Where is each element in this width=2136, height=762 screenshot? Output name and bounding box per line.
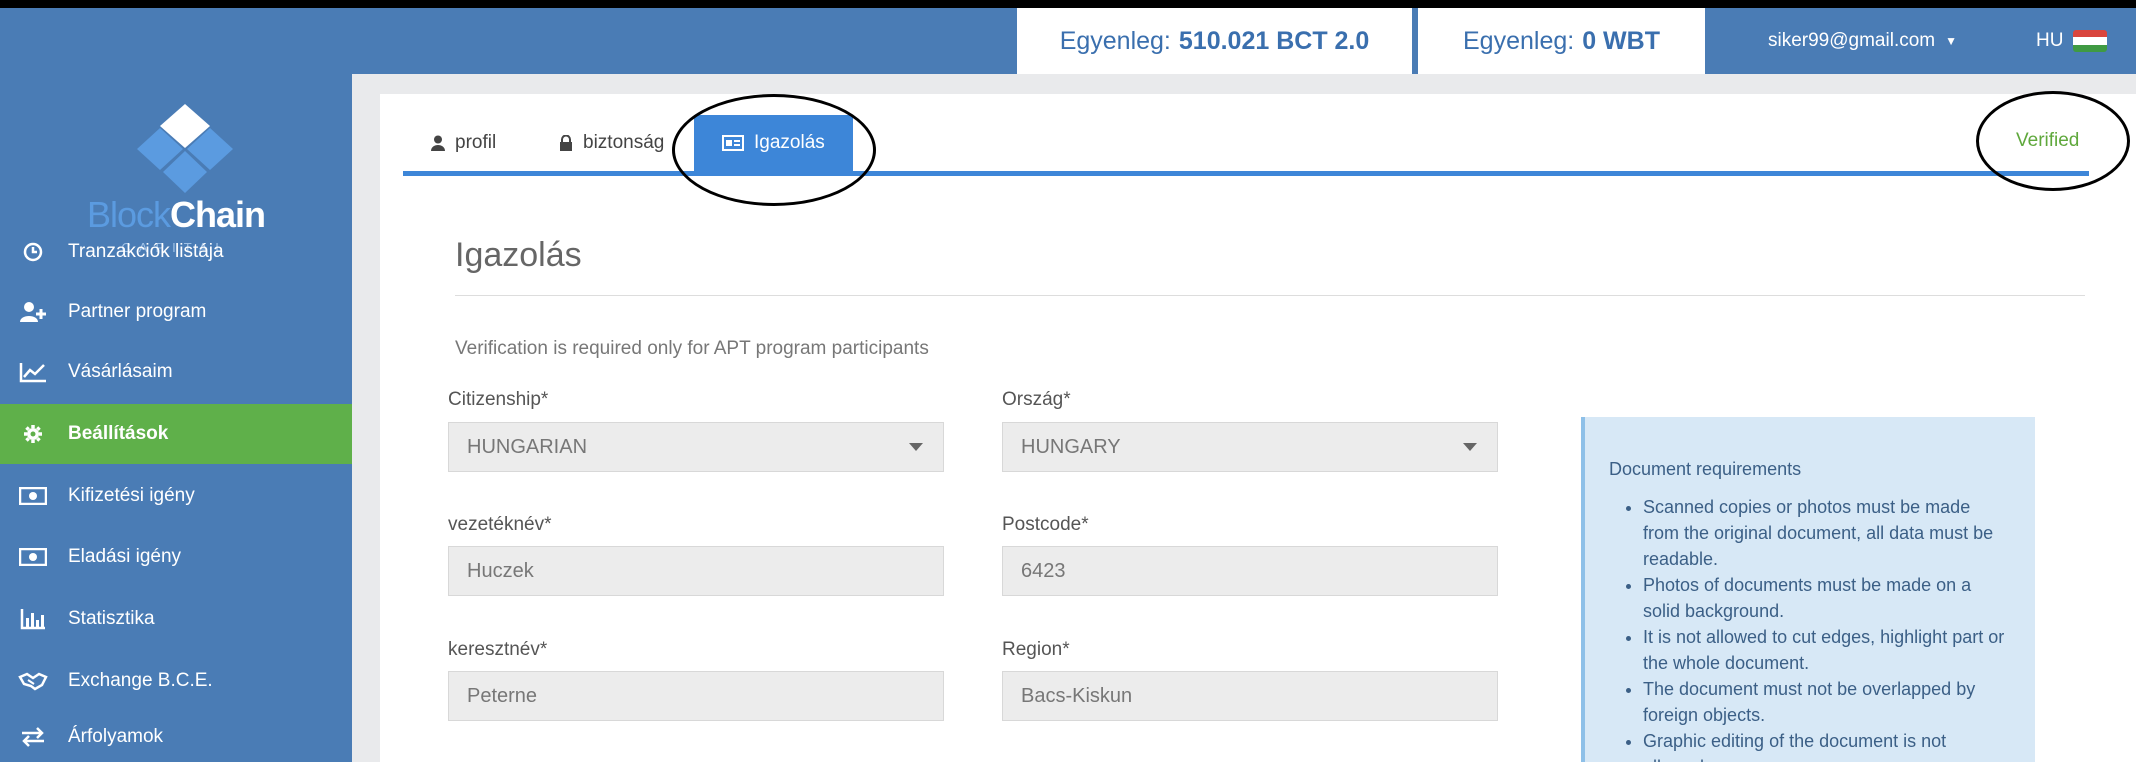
hungary-flag-icon[interactable] [2073, 30, 2108, 52]
list-item: Photos of documents must be made on a so… [1643, 572, 2011, 624]
tab-profile[interactable]: profil [431, 115, 496, 171]
exchange-arrows-icon [18, 727, 48, 747]
lastname-value: Huczek [467, 559, 534, 582]
tab-underline [403, 171, 2089, 176]
page-title: Igazolás [455, 236, 582, 274]
list-item: Scanned copies or photos must be made fr… [1643, 494, 2011, 572]
firstname-label: keresztnév* [448, 639, 548, 660]
list-item: It is not allowed to cut edges, highligh… [1643, 624, 2011, 676]
balance-bct: Egyenleg: 510.021 BCT 2.0 [1017, 8, 1412, 74]
add-user-icon [18, 301, 48, 323]
list-item: Graphic editing of the document is not a… [1643, 728, 2011, 762]
country-select[interactable]: HUNGARY [1002, 422, 1498, 472]
region-field[interactable]: Bacs-Kiskun [1002, 671, 1498, 721]
sidebar-item-purchases[interactable]: Vásárlásaim [0, 342, 352, 402]
logo-diamond-icon [137, 104, 233, 193]
list-item: The document must not be overlapped by f… [1643, 676, 2011, 728]
sidebar-item-rates[interactable]: Árfolyamok [0, 712, 352, 762]
user-icon [431, 135, 445, 151]
gear-icon [18, 424, 48, 444]
region-value: Bacs-Kiskun [1021, 684, 1133, 707]
citizenship-label: Citizenship* [448, 389, 549, 410]
tab-bar: profil biztonság Igazolás [403, 115, 2089, 175]
balance-label: Egyenleg: [1463, 26, 1575, 55]
title-divider [455, 295, 2085, 296]
requirements-title: Document requirements [1609, 459, 1802, 479]
postcode-label: Postcode* [1002, 514, 1089, 535]
sidebar-item-label: Exchange B.C.E. [68, 670, 213, 691]
tab-security[interactable]: biztonság [559, 115, 664, 171]
sidebar-item-partner[interactable]: Partner program [0, 282, 352, 342]
verification-note: Verification is required only for APT pr… [455, 338, 929, 359]
sidebar-item-statistics[interactable]: Statisztika [0, 589, 352, 649]
sidebar-item-label: Statisztika [68, 608, 155, 629]
user-menu[interactable]: siker99@gmail.com ▼ [1768, 8, 1957, 74]
balance-wbt: Egyenleg: 0 WBT [1418, 8, 1705, 74]
citizenship-select[interactable]: HUNGARIAN [448, 422, 944, 472]
sidebar-item-label: Vásárlásaim [68, 361, 173, 382]
dropdown-arrow-icon [1463, 443, 1477, 451]
annotation-ellipse-status [1976, 91, 2130, 191]
country-value: HUNGARY [1021, 435, 1121, 458]
lastname-field[interactable]: Huczek [448, 546, 944, 596]
balance-label: Egyenleg: [1059, 26, 1171, 55]
lock-icon [559, 135, 573, 151]
dropdown-arrow-icon [909, 443, 923, 451]
annotation-ellipse-tab [672, 94, 876, 206]
firstname-field[interactable]: Peterne [448, 671, 944, 721]
lastname-label: vezetéknév* [448, 514, 552, 535]
country-label: Ország* [1002, 389, 1071, 410]
document-requirements-box: Document requirements Scanned copies or … [1581, 417, 2035, 762]
firstname-value: Peterne [467, 684, 538, 707]
bar-chart-icon [18, 608, 48, 630]
sidebar-item-payout[interactable]: Kifizetési igény [0, 466, 352, 526]
sidebar-item-transactions[interactable]: Tranzakciók listája [0, 222, 352, 282]
citizenship-value: HUNGARIAN [467, 435, 588, 458]
postcode-field[interactable]: 6423 [1002, 546, 1498, 596]
balance-value: 510.021 BCT 2.0 [1178, 26, 1370, 55]
requirements-list: Scanned copies or photos must be made fr… [1609, 494, 2011, 762]
sidebar-item-label: Kifizetési igény [68, 485, 195, 506]
sidebar-item-label: Beállítások [68, 423, 169, 444]
clock-icon [18, 242, 48, 262]
caret-down-icon[interactable]: ▼ [1945, 34, 1957, 48]
language-code[interactable]: HU [2036, 30, 2063, 52]
sidebar-item-label: Partner program [68, 301, 207, 322]
top-strip [0, 0, 2136, 8]
postcode-value: 6423 [1021, 559, 1066, 582]
sidebar-item-settings[interactable]: Beállítások [0, 404, 352, 464]
language-selector[interactable]: HU [2036, 8, 2108, 74]
user-email[interactable]: siker99@gmail.com [1768, 30, 1935, 52]
tab-label[interactable]: biztonság [583, 132, 664, 154]
region-label: Region* [1002, 639, 1070, 660]
chart-line-icon [18, 361, 48, 383]
sidebar-item-exchange[interactable]: Exchange B.C.E. [0, 651, 352, 711]
sidebar-item-sale[interactable]: Eladási igény [0, 527, 352, 587]
money-icon [18, 548, 48, 566]
handshake-icon [18, 671, 48, 691]
sidebar-item-label: Tranzakciók listája [68, 241, 224, 262]
money-icon [18, 487, 48, 505]
balance-value: 0 WBT [1582, 26, 1660, 55]
tab-label[interactable]: profil [455, 132, 496, 154]
sidebar-item-label: Árfolyamok [68, 726, 164, 747]
sidebar-item-label: Eladási igény [68, 546, 182, 567]
